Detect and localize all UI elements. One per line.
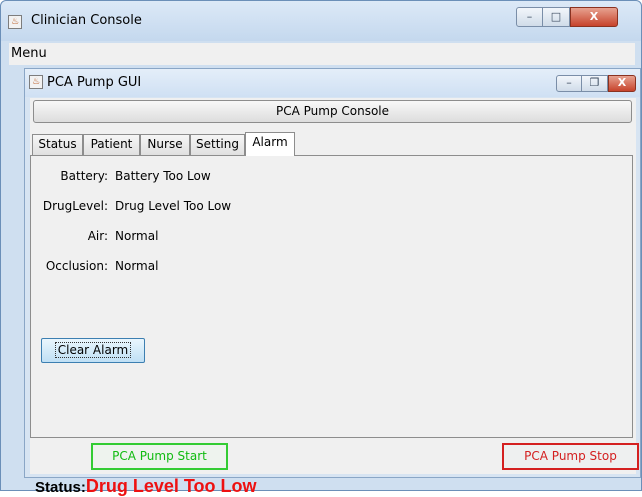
window-title: Clinician Console [31,13,142,28]
clear-alarm-label: Clear Alarm [54,342,132,358]
frame-minimize-button[interactable]: – [556,75,582,92]
window-titlebar[interactable]: ♨ Clinician Console – □ X [1,1,641,41]
pca-pump-stop-button[interactable]: PCA Pump Stop [502,443,639,470]
frame-restore-button[interactable]: ❐ [582,75,608,92]
tab-setting[interactable]: Setting [190,134,245,155]
status-label: Status: [35,479,86,496]
battery-value: Battery Too Low [115,169,211,183]
tab-patient[interactable]: Patient [83,134,140,155]
maximize-button[interactable]: □ [543,7,570,27]
drug-level-value: Drug Level Too Low [115,199,232,213]
frame-close-button[interactable]: X [608,75,636,92]
tab-nurse[interactable]: Nurse [140,134,190,155]
menu-item-menu[interactable]: Menu [11,46,47,61]
internal-frame-title: PCA Pump GUI [47,75,142,90]
occlusion-value: Normal [115,259,159,273]
air-label: Air: [87,229,108,243]
internal-frame-titlebar[interactable]: ♨ PCA Pump GUI – ❐ X [25,69,640,97]
minimize-button[interactable]: – [516,7,543,27]
java-app-icon: ♨ [29,75,43,89]
status-line: Status:Drug Level Too Low [35,476,257,497]
pca-pump-gui-frame: ♨ PCA Pump GUI – ❐ X PCA Pump Console St… [24,68,641,496]
frame-content: PCA Pump Console Status Patient Nurse Se… [30,98,639,496]
battery-label: Battery: [60,169,108,183]
air-value: Normal [115,229,159,243]
pca-pump-console-button[interactable]: PCA Pump Console [33,100,632,123]
occlusion-label: Occlusion: [45,259,108,273]
clinician-console-window: ♨ Clinician Console – □ X Menu ♨ PCA Pum… [0,0,642,496]
java-app-icon: ♨ [8,15,22,29]
tab-alarm[interactable]: Alarm [245,132,295,156]
close-button[interactable]: X [570,7,618,27]
alarm-tab-panel: Battery: Battery Too Low DrugLevel: Drug… [30,155,633,438]
pca-pump-start-button[interactable]: PCA Pump Start [91,443,228,470]
tab-status[interactable]: Status [32,134,83,155]
status-value: Drug Level Too Low [85,476,257,496]
clear-alarm-button[interactable]: Clear Alarm [41,338,145,363]
menubar: Menu [9,43,635,65]
drug-level-label: DrugLevel: [42,199,108,213]
